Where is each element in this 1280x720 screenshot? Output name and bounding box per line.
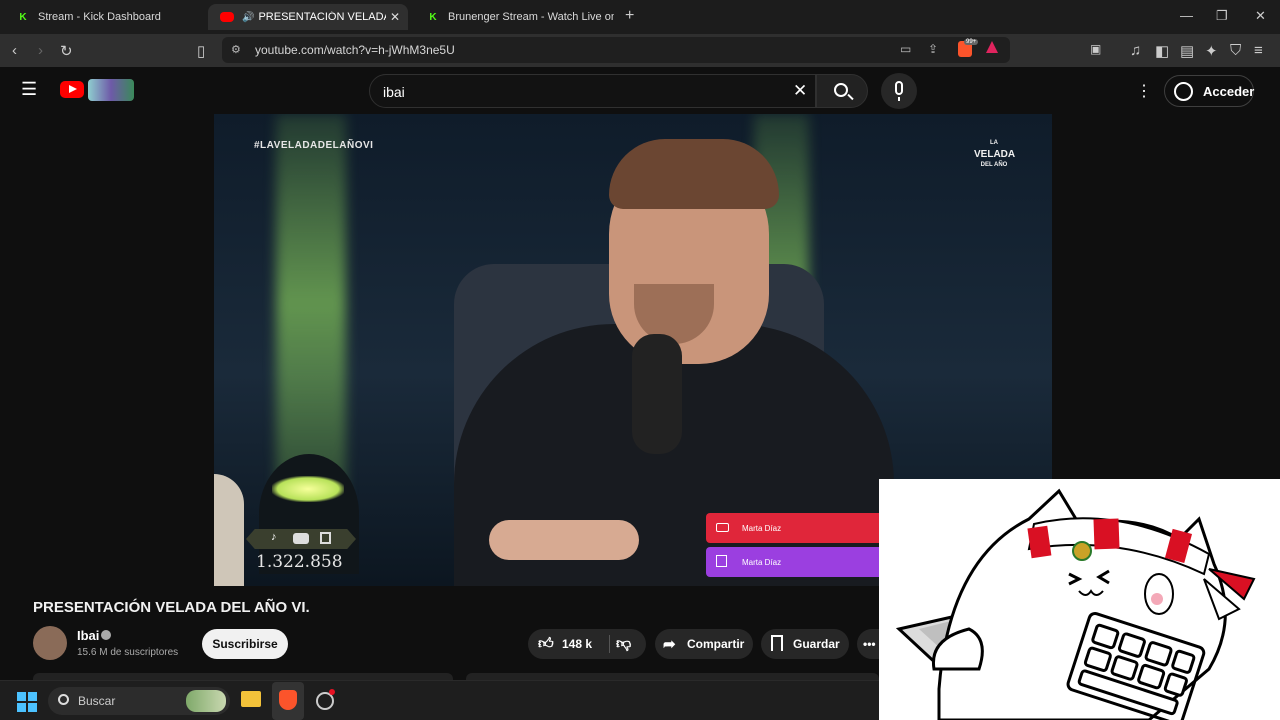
address-bar[interactable]: ⚙ youtube.com/watch?v=h-jWhM3ne5U ▭ ⇪ 99… bbox=[222, 37, 1010, 63]
leo-ai-icon[interactable]: ✦ bbox=[1205, 42, 1218, 60]
youtube-icon bbox=[293, 533, 309, 544]
minimize-icon[interactable]: — bbox=[1180, 8, 1193, 23]
youtube-logo-icon[interactable] bbox=[60, 81, 84, 98]
account-icon bbox=[1174, 82, 1193, 101]
donor-name: Marta Díaz bbox=[742, 557, 782, 567]
search-icon bbox=[834, 83, 848, 97]
video-title: PRESENTACIÓN VELADA DEL AÑO VI. bbox=[33, 599, 310, 616]
share-button[interactable]: ➦ Compartir bbox=[655, 629, 753, 659]
share-label: Compartir bbox=[687, 637, 745, 651]
kick-logo-icon: K bbox=[426, 10, 440, 24]
sign-in-button[interactable]: Acceder bbox=[1164, 75, 1254, 107]
speaker-hand bbox=[489, 520, 639, 560]
taskbar-search-label: Buscar bbox=[78, 694, 116, 708]
wallet-icon[interactable]: ▤ bbox=[1180, 42, 1194, 60]
twitch-icon bbox=[716, 555, 727, 567]
clear-search-icon[interactable]: ✕ bbox=[793, 81, 807, 101]
dislike-icon[interactable]: 👎︎ bbox=[616, 635, 631, 653]
sign-in-label: Acceder bbox=[1203, 83, 1255, 99]
reader-mode-icon[interactable]: ▣ bbox=[1090, 42, 1101, 56]
windows-taskbar: Buscar bbox=[0, 680, 879, 720]
file-explorer-icon[interactable] bbox=[241, 691, 261, 707]
brave-browser-icon[interactable] bbox=[279, 690, 297, 710]
close-window-icon[interactable]: ✕ bbox=[1255, 8, 1266, 24]
shields-count-badge: 99+ bbox=[964, 39, 979, 45]
youtube-icon bbox=[716, 523, 729, 532]
share-icon[interactable]: ⇪ bbox=[928, 42, 938, 56]
media-icon[interactable]: ♫ bbox=[1130, 42, 1141, 59]
hamburger-menu-icon[interactable]: ☰ bbox=[21, 79, 37, 100]
taskbar-search[interactable]: Buscar bbox=[48, 687, 230, 715]
notification-badge bbox=[329, 689, 335, 695]
microphone bbox=[632, 334, 682, 454]
recommendation-chips[interactable] bbox=[466, 673, 879, 680]
viewer-counter: 1.322.858 bbox=[256, 552, 343, 572]
tab-title: Brunenger Stream - Watch Live on Ki bbox=[448, 11, 614, 23]
search-icon bbox=[58, 694, 69, 705]
velada-logo: LA VELADA DEL AÑO bbox=[974, 140, 1016, 168]
browser-tab-strip: K Stream - Kick Dashboard 🔊 PRESENTACIÓN… bbox=[0, 0, 1280, 34]
foreground-person bbox=[214, 474, 244, 586]
menu-icon[interactable]: ≡ bbox=[1254, 42, 1263, 59]
brave-rewards-icon[interactable] bbox=[986, 41, 998, 53]
verified-icon bbox=[101, 630, 111, 640]
spotlight-glow bbox=[272, 476, 344, 502]
bookmark-icon bbox=[771, 635, 783, 651]
tab-brunenger-stream[interactable]: K Brunenger Stream - Watch Live on Ki bbox=[414, 4, 614, 30]
close-tab-icon[interactable]: ✕ bbox=[390, 10, 400, 24]
restore-icon[interactable]: ❐ bbox=[1216, 8, 1228, 24]
microphone-icon bbox=[895, 81, 903, 95]
tab-youtube-video[interactable]: 🔊 PRESENTACIÓN VELADA DEL ✕ bbox=[208, 4, 408, 30]
channel-name[interactable]: Ibai bbox=[77, 628, 99, 643]
bookmark-icon[interactable]: ▯ bbox=[197, 42, 205, 60]
share-icon: ➦ bbox=[663, 636, 676, 653]
twitch-icon bbox=[320, 532, 331, 544]
youtube-header: ☰ ibai ✕ ⋮ Acceder bbox=[0, 67, 1280, 114]
new-tab-button[interactable]: + bbox=[625, 7, 634, 25]
social-counter-bar: ♪ bbox=[246, 529, 356, 549]
subscriber-count: 15.6 M de suscriptores bbox=[77, 647, 179, 658]
search-highlight-image bbox=[186, 690, 226, 712]
doodle-icon[interactable] bbox=[88, 79, 134, 101]
sidebar-icon[interactable]: ◧ bbox=[1155, 42, 1169, 60]
tab-title: PRESENTACIÓN VELADA DEL bbox=[258, 11, 387, 23]
more-options-icon[interactable]: ⋮ bbox=[1136, 81, 1152, 101]
tab-kick-dashboard[interactable]: K Stream - Kick Dashboard bbox=[4, 4, 204, 30]
like-dislike-group: 👍︎ 148 k 👎︎ bbox=[528, 629, 646, 659]
kick-logo-icon: K bbox=[16, 10, 30, 24]
subscribe-button[interactable]: Suscribirse bbox=[202, 629, 288, 659]
url-text: youtube.com/watch?v=h-jWhM3ne5U bbox=[255, 43, 455, 57]
speaker-icon: 🔊 bbox=[242, 11, 255, 23]
donor-name: Marta Díaz bbox=[742, 523, 782, 533]
bongo-cat-icon bbox=[895, 488, 1256, 720]
search-button[interactable] bbox=[816, 74, 868, 108]
more-actions-button[interactable]: ••• bbox=[857, 629, 879, 659]
channel-avatar[interactable] bbox=[33, 626, 67, 660]
like-icon[interactable]: 👍︎ bbox=[538, 635, 554, 653]
description-box[interactable] bbox=[33, 673, 453, 680]
tab-title: Stream - Kick Dashboard bbox=[38, 11, 161, 23]
speaker-hair bbox=[609, 139, 779, 209]
save-label: Guardar bbox=[793, 637, 840, 651]
browser-toolbar: ‹ › ↻ ▯ ⚙ youtube.com/watch?v=h-jWhM3ne5… bbox=[0, 34, 1280, 67]
more-icon: ••• bbox=[863, 637, 876, 651]
voice-search-button[interactable] bbox=[881, 73, 917, 109]
vpn-icon[interactable]: ⛉ bbox=[1230, 42, 1241, 59]
like-count[interactable]: 148 k bbox=[562, 637, 592, 651]
search-query: ibai bbox=[383, 84, 405, 100]
tiktok-icon: ♪ bbox=[271, 531, 277, 543]
cast-icon[interactable]: ▭ bbox=[900, 42, 911, 56]
forward-icon[interactable]: › bbox=[38, 42, 43, 59]
reload-icon[interactable]: ↻ bbox=[60, 42, 73, 60]
youtube-logo-icon bbox=[220, 12, 234, 22]
search-input[interactable]: ibai ✕ bbox=[369, 74, 816, 108]
event-hashtag: #LAVELADADELAÑOVI bbox=[254, 140, 374, 151]
site-info-icon[interactable]: ⚙ bbox=[231, 43, 241, 56]
back-icon[interactable]: ‹ bbox=[12, 42, 17, 59]
windows-start-icon[interactable] bbox=[17, 692, 37, 712]
bongo-cat-overlay bbox=[879, 479, 1280, 720]
save-button[interactable]: Guardar bbox=[761, 629, 849, 659]
